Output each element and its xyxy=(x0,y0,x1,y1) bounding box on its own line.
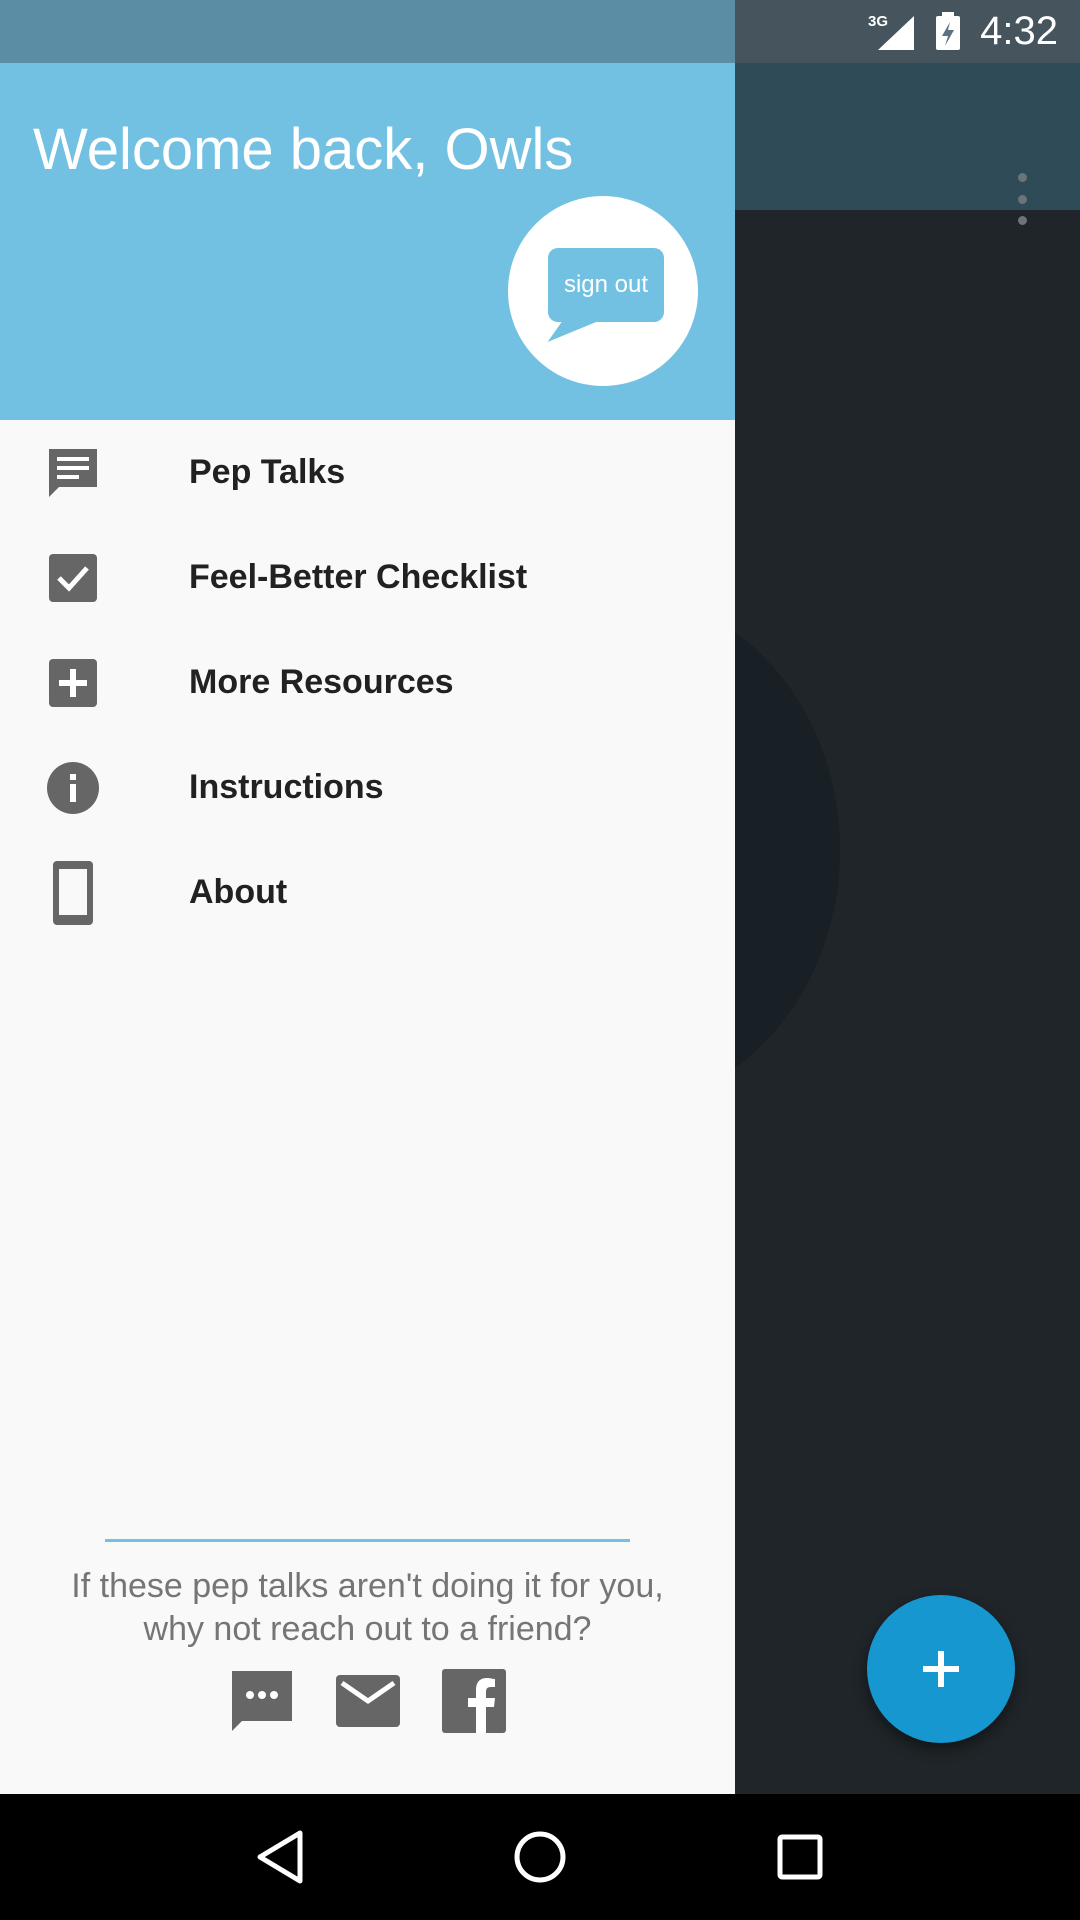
recents-icon[interactable] xyxy=(760,1817,840,1897)
footer-message-line-2: why not reach out to a friend? xyxy=(143,1610,592,1648)
drawer-status-bar xyxy=(0,0,735,63)
add-box-icon xyxy=(45,655,101,711)
clock: 4:32 xyxy=(980,9,1058,53)
welcome-text: Welcome back, Owls xyxy=(33,117,574,182)
menu-item-label: Pep Talks xyxy=(189,453,346,491)
menu-item-more-resources[interactable]: More Resources xyxy=(0,630,735,735)
back-icon[interactable] xyxy=(240,1817,320,1897)
menu-item-about[interactable]: About xyxy=(0,840,735,945)
signal-icon: 3G xyxy=(868,12,916,52)
speech-bubble-icon: sign out xyxy=(548,248,664,322)
email-icon[interactable] xyxy=(335,1668,400,1734)
info-icon xyxy=(45,760,101,816)
menu-item-pep-talks[interactable]: Pep Talks xyxy=(0,420,735,525)
status-bar: 3G 4:32 xyxy=(868,0,1058,63)
menu-item-label: Instructions xyxy=(189,768,384,806)
plus-icon xyxy=(923,1651,959,1687)
menu-item-label: Feel-Better Checklist xyxy=(189,558,528,596)
menu-item-label: About xyxy=(189,873,288,911)
system-navigation-bar xyxy=(0,1794,1080,1920)
menu-item-feel-better-checklist[interactable]: Feel-Better Checklist xyxy=(0,525,735,630)
footer-message: If these pep talks aren't doing it for y… xyxy=(0,1565,735,1651)
menu-item-instructions[interactable]: Instructions xyxy=(0,735,735,840)
drawer-header: Welcome back, Owls sign out xyxy=(0,63,735,420)
add-fab-button[interactable] xyxy=(867,1595,1015,1743)
sign-out-button[interactable]: sign out xyxy=(508,196,698,386)
chat-icon xyxy=(45,445,101,501)
battery-icon xyxy=(934,11,962,52)
footer-divider xyxy=(105,1539,630,1542)
overflow-menu-icon[interactable] xyxy=(1002,173,1042,225)
phone-icon xyxy=(45,860,101,925)
share-options xyxy=(0,1668,735,1734)
sign-out-label: sign out xyxy=(563,271,649,298)
facebook-icon[interactable] xyxy=(441,1668,506,1734)
footer-message-line-1: If these pep talks aren't doing it for y… xyxy=(71,1567,664,1605)
checkbox-icon xyxy=(45,550,101,606)
navigation-drawer: Welcome back, Owls sign out Pep Talks Fe… xyxy=(0,0,735,1794)
network-type-label: 3G xyxy=(868,13,888,30)
drawer-menu: Pep Talks Feel-Better Checklist More Res… xyxy=(0,420,735,945)
menu-item-label: More Resources xyxy=(189,663,454,701)
home-icon[interactable] xyxy=(500,1817,580,1897)
sms-icon[interactable] xyxy=(230,1668,294,1734)
speech-bubble-tail xyxy=(547,320,601,342)
